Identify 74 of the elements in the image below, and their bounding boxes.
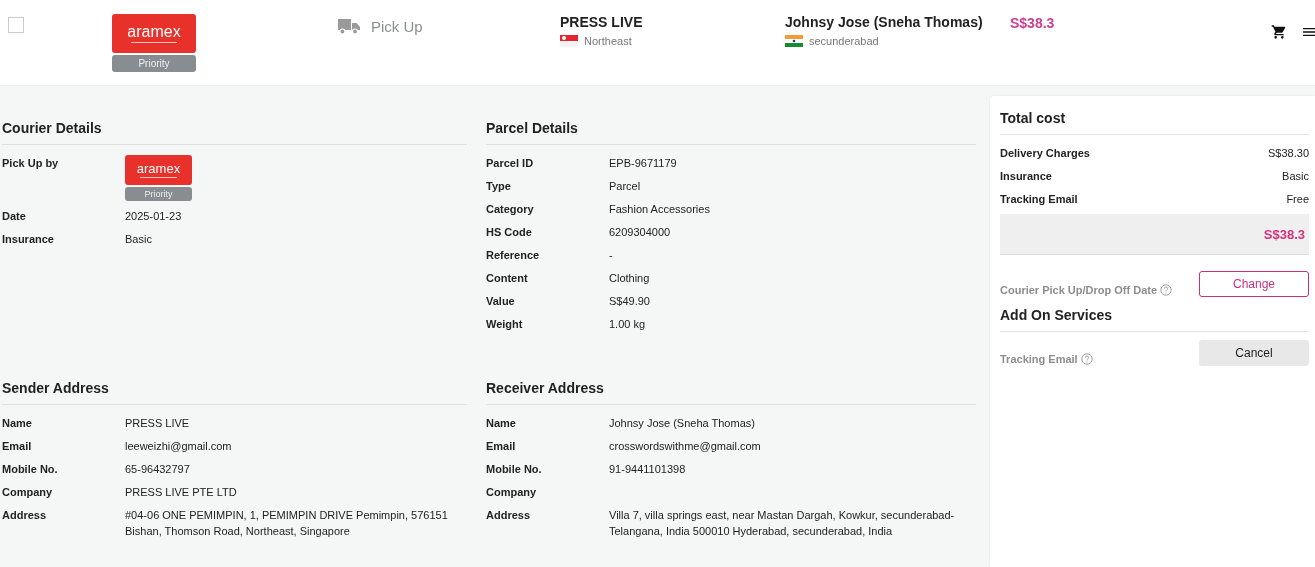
field-label: Email	[486, 439, 517, 454]
field-value: 6209304000	[609, 225, 671, 240]
cost-label: Delivery Charges	[1000, 146, 1090, 161]
flag-icon	[560, 35, 578, 47]
field-value: PRESS LIVE PTE LTD	[125, 485, 237, 500]
panel-title: Add On Services	[1000, 307, 1309, 332]
change-button[interactable]: Change	[1199, 271, 1309, 297]
sender-name: PRESS LIVE	[560, 14, 644, 30]
panel-title: Total cost	[1000, 110, 1309, 135]
field-value: Clothing	[609, 271, 650, 286]
courier-logo: aramex	[125, 155, 192, 185]
select-checkbox[interactable]	[8, 17, 24, 33]
service-label: Tracking Email	[1000, 353, 1078, 365]
cancel-button[interactable]: Cancel	[1199, 340, 1309, 366]
field-value: PRESS LIVE	[125, 416, 190, 431]
field-value: 91-9441101398	[609, 462, 686, 477]
field-label: Value	[486, 294, 516, 309]
field-value: S$49.90	[609, 294, 650, 309]
field-label: Address	[486, 508, 532, 523]
field-label: Insurance	[2, 232, 55, 247]
field-value: Villa 7, villa springs east, near Mastan Dargah, Kowkur, secunderabad-Telangana, India 500010 Hyderabad, secunderabad, India	[609, 508, 956, 539]
field-label: Category	[486, 202, 535, 217]
field-value: Fashion Accessories	[609, 202, 710, 217]
field-label: Content	[486, 271, 529, 286]
cost-value: S$38.30	[1268, 146, 1309, 161]
field-value: crosswordswithme@gmail.com	[609, 439, 761, 454]
field-label: Date	[2, 209, 27, 224]
section-title: Receiver Address	[486, 380, 976, 405]
field-value: leeweizhi@gmail.com	[125, 439, 232, 454]
cost-value: Basic	[1282, 169, 1309, 184]
help-icon[interactable]	[1160, 284, 1173, 296]
section-title: Sender Address	[2, 380, 467, 405]
field-value: 65-96432797	[125, 462, 190, 477]
service-mode: Pick Up	[371, 17, 423, 35]
section-title: Courier Details	[2, 120, 467, 145]
date-label: Courier Pick Up/Drop Off Date	[1000, 284, 1158, 296]
service-badge: Priority	[112, 55, 196, 72]
cost-label: Insurance	[1000, 169, 1052, 184]
price: S$38.3	[1010, 15, 1055, 31]
field-value: Johnsy Jose (Sneha Thomas)	[609, 416, 755, 431]
cost-value: Free	[1286, 192, 1309, 207]
service-badge: Priority	[125, 187, 192, 201]
receiver-name: Johnsy Jose (Sneha Thomas)	[785, 14, 984, 30]
field-value: 2025-01-23	[125, 209, 182, 224]
field-value: Parcel	[609, 179, 641, 194]
truck-icon	[337, 17, 361, 35]
field-value: Basic	[125, 232, 152, 247]
field-label: Pick Up by	[2, 156, 60, 171]
field-label: Company	[2, 485, 54, 500]
field-label: Company	[486, 485, 538, 500]
sender-region: Northeast	[584, 35, 632, 47]
cost-label: Tracking Email	[1000, 192, 1078, 207]
field-label: Parcel ID	[486, 156, 535, 171]
field-label: Type	[486, 179, 512, 194]
field-label: Name	[486, 416, 517, 431]
field-label: Address	[2, 508, 48, 523]
field-value: EPB-9671179	[609, 156, 677, 171]
total-amount: S$38.3	[1263, 226, 1305, 242]
cart-icon[interactable]	[1271, 24, 1287, 40]
receiver-region: secunderabad	[809, 35, 879, 47]
field-label: Reference	[486, 248, 541, 263]
field-value: 1.00 kg	[609, 317, 646, 332]
field-value: #04-06 ONE PEMIMPIN, 1, PEMIMPIN DRIVE Pemimpin, 576151 Bishan, Thomson Road, Northeast, Singapore	[125, 508, 449, 539]
flag-icon	[785, 35, 803, 47]
field-value: -	[609, 248, 613, 263]
field-label: Mobile No.	[2, 462, 59, 477]
field-label: Weight	[486, 317, 524, 332]
help-icon[interactable]	[1080, 353, 1093, 365]
courier-logo: aramex	[112, 14, 196, 53]
section-title: Parcel Details	[486, 120, 976, 145]
field-label: HS Code	[486, 225, 533, 240]
field-label: Name	[2, 416, 33, 431]
field-label: Email	[2, 439, 33, 454]
field-label: Mobile No.	[486, 462, 543, 477]
